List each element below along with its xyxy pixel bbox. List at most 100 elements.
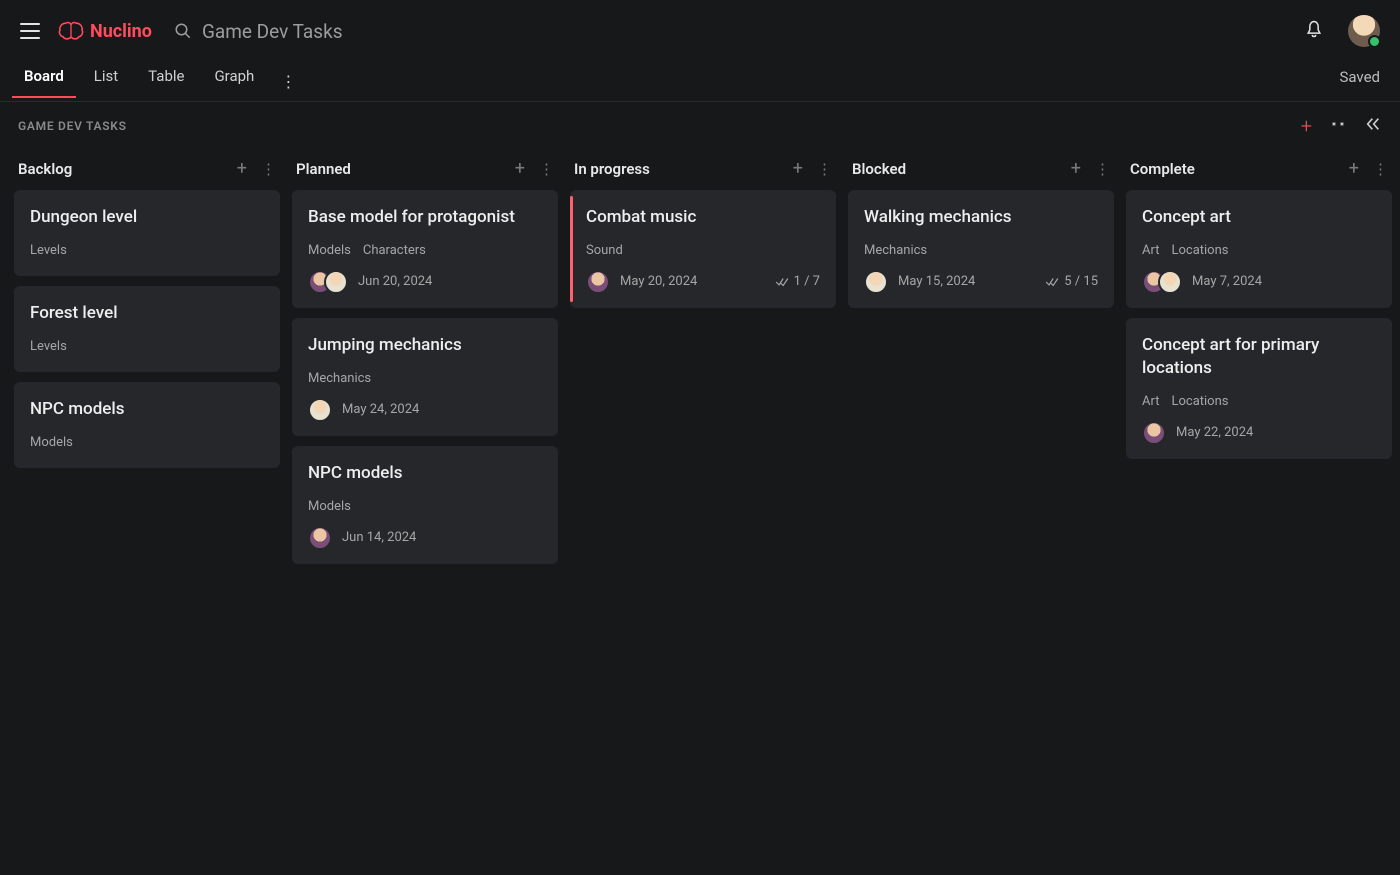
breadcrumb[interactable]: GAME DEV TASKS [18,119,127,133]
tab-graph[interactable]: Graph [210,67,258,97]
board-card[interactable]: Dungeon level Levels [14,190,280,276]
card-labels: Sound [586,243,820,258]
avatar [324,270,348,294]
brain-icon [58,20,84,42]
card-label: Art [1142,243,1159,258]
card-labels: Models [308,499,542,514]
bell-icon [1304,19,1324,39]
board-column: Planned + ⋮ Base model for protagonist Model… [292,154,558,574]
board-column: Blocked + ⋮ Walking mechanics Mechanics May 1… [848,154,1114,574]
notifications-button[interactable] [1304,19,1324,43]
card-title: Base model for protagonist [308,206,542,229]
card-meta: May 22, 2024 [1142,421,1376,445]
card-label: Art [1142,394,1159,409]
column-title[interactable]: Blocked [852,160,1057,178]
card-label: Locations [1171,394,1228,409]
board-card[interactable]: NPC modelsModels [14,382,280,468]
card-meta: Jun 20, 2024 [308,270,542,294]
card-date: Jun 14, 2024 [342,530,416,545]
card-avatars [308,526,332,550]
board-card[interactable]: Walking mechanicsMechanicsMay 15, 20245 … [848,190,1114,308]
board-column: In progress + ⋮ Combat music Sound May 20, 20… [570,154,836,574]
avatar [586,270,610,294]
column-more-button[interactable]: ⋮ [817,160,832,178]
app-name: Nuclino [90,21,152,42]
card-label: Models [308,243,351,258]
card-label: Mechanics [308,371,371,386]
avatar [308,526,332,550]
card-avatars [1142,270,1182,294]
column-more-button[interactable]: ⋮ [539,160,554,178]
card-labels: Art Locations [1142,243,1376,258]
card-label: Locations [1171,243,1228,258]
card-meta: May 20, 20241 / 7 [586,270,820,294]
column-add-button[interactable]: + [1349,160,1359,178]
workspace-search[interactable]: Game Dev Tasks [174,20,343,43]
column-add-button[interactable]: + [793,160,803,178]
board-column: Backlog+⋮Dungeon levelLevelsForest level… [14,154,280,574]
card-labels: Models Characters [308,243,542,258]
card-title: NPC models [30,398,264,421]
column-header: Planned + ⋮ [292,154,558,190]
workspace-title: Game Dev Tasks [202,20,343,43]
column-title[interactable]: Backlog [18,160,223,178]
board-card[interactable]: Forest level Levels [14,286,280,372]
app-logo[interactable]: Nuclino [58,20,152,42]
card-date: May 7, 2024 [1192,274,1262,289]
card-title: Combat music [586,206,820,229]
column-more-button[interactable]: ⋮ [261,160,276,178]
view-tabs: Board List Table Graph ⋮ Saved [0,62,1400,102]
card-meta: Jun 14, 2024 [308,526,542,550]
card-meta: May 24, 2024 [308,398,542,422]
column-header: Complete + ⋮ [1126,154,1392,190]
search-icon [174,22,192,40]
chevron-double-left-icon [1364,116,1382,132]
tab-table[interactable]: Table [144,67,188,97]
column-more-button[interactable]: ⋮ [1095,160,1110,178]
avatar [864,270,888,294]
column-title[interactable]: Planned [296,160,501,178]
card-checklist: 1 / 7 [775,274,820,289]
card-date: May 24, 2024 [342,402,419,417]
card-title: NPC models [308,462,542,485]
card-title: Walking mechanics [864,206,1098,229]
column-title[interactable]: In progress [574,160,779,178]
board-card[interactable]: Combat music Sound May 20, 20241 / 7 [570,190,836,308]
column-add-button[interactable]: + [1071,160,1081,178]
column-add-button[interactable]: + [515,160,525,178]
board-card[interactable]: Concept art Art Locations May 7, 2024 [1126,190,1392,308]
card-label: Mechanics [864,243,927,258]
board-card[interactable]: Base model for protagonist Models Characte… [292,190,558,308]
card-title: Forest level [30,302,264,325]
column-header: Backlog + ⋮ [14,154,280,190]
user-avatar[interactable] [1348,15,1380,47]
tab-board[interactable]: Board [20,67,68,97]
column-title[interactable]: Complete [1130,160,1335,178]
tab-list[interactable]: List [90,67,122,97]
card-title: Concept art [1142,206,1376,229]
card-label: Models [308,499,351,514]
hamburger-menu-button[interactable] [20,21,40,41]
column-add-button[interactable]: + [237,160,247,178]
avatar [308,398,332,422]
board-card[interactable]: Jumping mechanics Mechanics May 24, 2024 [292,318,558,436]
collapse-columns-button[interactable] [1330,116,1346,136]
card-avatars [1142,421,1166,445]
collapse-panel-button[interactable] [1364,116,1382,136]
card-title: Jumping mechanics [308,334,542,357]
card-date: May 15, 2024 [898,274,975,289]
card-title: Dungeon level [30,206,264,229]
card-label: Characters [363,243,426,258]
board-card[interactable]: NPC models Models Jun 14, 2024 [292,446,558,564]
avatar [1158,270,1182,294]
column-more-button[interactable]: ⋮ [1373,160,1388,178]
board: Backlog+⋮Dungeon levelLevelsForest level… [0,150,1400,574]
board-card[interactable]: Concept art for primary locationsArtLoca… [1126,318,1392,459]
avatar [1142,421,1166,445]
card-avatars [308,270,348,294]
card-labels: Levels [30,339,264,354]
card-labels: Levels [30,243,264,258]
tabs-more-button[interactable]: ⋮ [280,72,296,91]
add-card-button[interactable]: + [1301,116,1312,136]
card-avatars [308,398,332,422]
